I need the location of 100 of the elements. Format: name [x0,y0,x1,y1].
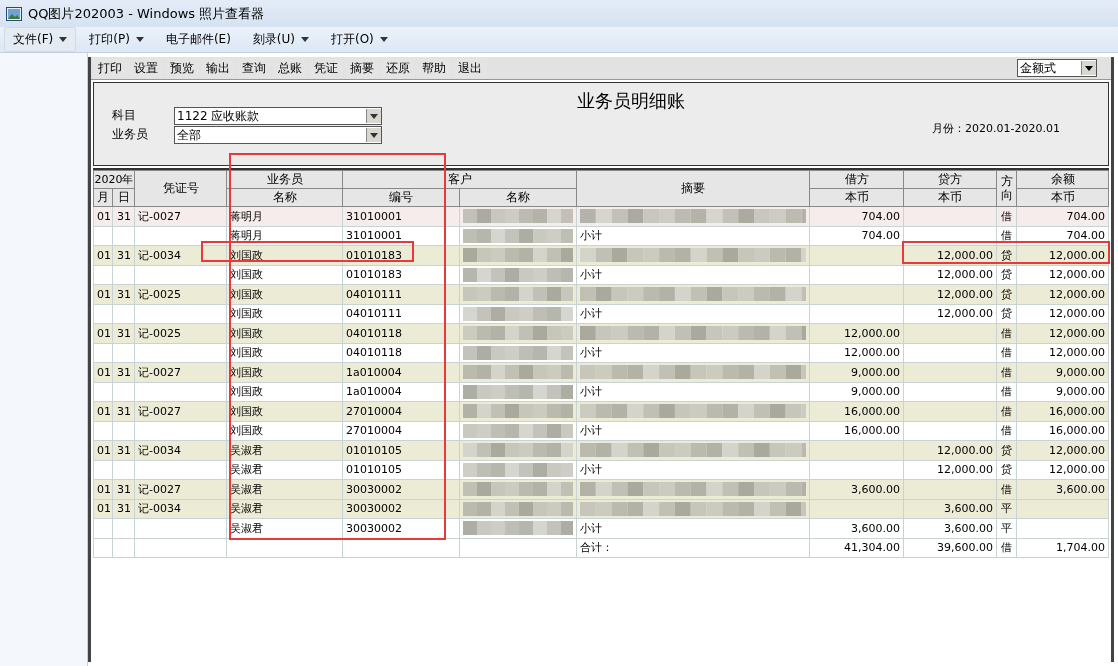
table-cell: 合计： [580,541,613,555]
table-cell: 借 [1001,404,1012,418]
dropdown-field[interactable]: 全部 [174,126,382,144]
table-cell: 小计 [580,229,602,243]
table-cell: 3,600.00 [851,521,900,535]
table-cell: 12,000.00 [937,307,993,321]
table-cell: 小计 [580,463,602,477]
table-cell: 39,600.00 [937,541,993,555]
table-cell: 704.00 [1066,229,1105,243]
table-row[interactable]: 01 31 记-0034 吴淑君 01010105 12,000.00 贷 12,000.00 [93,440,1109,460]
menu-item[interactable]: 文件(F) [4,27,77,52]
table-cell: 吴淑君 [230,482,263,496]
table-cell: 12,000.00 [937,463,993,477]
table-cell: 01010105 [346,463,402,477]
table-cell: 41,304.00 [844,541,900,555]
table-cell: 刘国政 [230,326,263,340]
table-cell: 27010004 [346,424,402,438]
table-cell: 记-0027 [138,209,181,223]
column-header: 客户 [342,170,577,189]
table-cell: 贷 [1001,307,1012,321]
table-cell: 12,000.00 [937,443,993,457]
table-cell: 27010004 [346,404,402,418]
menu-item[interactable]: 打印(P) [80,27,153,52]
table-row[interactable]: 01 31 记-0034 刘国政 01010183 12,000.00 贷 12,000.00 [93,245,1109,265]
table-cell: 刘国政 [230,404,263,418]
table-cell: 12,000.00 [1049,443,1105,457]
table-cell: 12,000.00 [1049,268,1105,282]
table-row[interactable]: 刘国政 01010183 小计 12,000.00 贷 12,000.00 [93,265,1109,285]
table-row[interactable]: 01 31 记-0027 吴淑君 30030002 3,600.00 借 3,600.00 [93,479,1109,499]
table-cell: 01 [97,443,111,457]
table-cell: 704.00 [861,209,900,223]
table-cell: 小计 [580,424,602,438]
table-cell: 9,000.00 [1056,385,1105,399]
table-cell: 平 [1001,502,1012,516]
table-cell: 3,600.00 [944,502,993,516]
table-cell: 1a010004 [346,385,402,399]
table-cell: 04010118 [346,346,402,360]
table-cell: 贷 [1001,463,1012,477]
menu-item[interactable]: 电子邮件(E) [156,27,240,52]
table-cell: 12,000.00 [844,326,900,340]
table-cell: 平 [1001,521,1012,535]
table-cell: 04010111 [346,307,402,321]
table-row[interactable]: 刘国政 27010004 小计 16,000.00 借 16,000.00 [93,421,1109,441]
table-row[interactable]: 吴淑君 01010105 小计 12,000.00 贷 12,000.00 [93,460,1109,480]
table-cell: 12,000.00 [1049,463,1105,477]
table-row[interactable]: 合计： 41,304.00 39,600.00 借 1,704.00 [93,538,1109,558]
table-cell: 1,704.00 [1056,541,1105,555]
table-cell: 30030002 [346,482,402,496]
table-cell: 12,000.00 [1049,346,1105,360]
column-header: 2020年 [93,170,135,189]
table-row[interactable]: 刘国政 04010118 小计 12,000.00 借 12,000.00 [93,343,1109,363]
column-header: 借方 [809,170,904,189]
table-cell: 31 [117,443,131,457]
table-cell: 01 [97,404,111,418]
table-cell: 01 [97,502,111,516]
mode-dropdown[interactable]: 金额式 [1017,59,1097,77]
table-cell: 16,000.00 [844,404,900,418]
caret-icon [370,132,378,138]
dropdown-field[interactable]: 1122 应收账款 [174,107,382,125]
table-cell: 3,600.00 [944,521,993,535]
photo-icon [6,6,22,21]
table-cell: 借 [1001,424,1012,438]
table-row[interactable]: 01 31 记-0027 刘国政 1a010004 9,000.00 借 9,000.00 [93,362,1109,382]
table-cell: 9,000.00 [851,385,900,399]
table-cell: 31010001 [346,229,402,243]
column-header: 业务员 [226,170,343,189]
table-cell: 小计 [580,268,602,282]
table-cell: 9,000.00 [1056,365,1105,379]
table-cell: 贷 [1001,287,1012,301]
table-cell: 01 [97,287,111,301]
column-header: 贷方 [903,170,997,189]
table-row[interactable]: 吴淑君 30030002 小计 3,600.00 3,600.00 平 [93,518,1109,538]
table-cell: 30030002 [346,502,402,516]
table-cell: 吴淑君 [230,443,263,457]
table-cell: 12,000.00 [1049,287,1105,301]
menu-item[interactable]: 打开(O) [322,27,397,52]
table-row[interactable]: 刘国政 04010111 小计 12,000.00 贷 12,000.00 [93,304,1109,324]
caret-icon [370,113,378,119]
table-cell: 记-0034 [138,248,181,262]
table-cell: 16,000.00 [1049,424,1105,438]
menu-item[interactable]: 刻录(U) [243,27,318,52]
table-cell: 31 [117,209,131,223]
table-row[interactable]: 刘国政 1a010004 小计 9,000.00 借 9,000.00 [93,382,1109,402]
table-cell: 12,000.00 [937,287,993,301]
table-row[interactable]: 01 31 记-0025 刘国政 04010111 12,000.00 贷 12,000.00 [93,284,1109,304]
table-cell: 借 [1001,365,1012,379]
table-cell: 借 [1001,385,1012,399]
table-cell: 31 [117,365,131,379]
table-cell: 刘国政 [230,248,263,262]
table-row[interactable]: 01 31 记-0027 蒋明月 31010001 704.00 借 704.00 [93,206,1109,226]
table-cell: 01 [97,209,111,223]
table-cell: 记-0025 [138,326,181,340]
table-cell: 吴淑君 [230,521,263,535]
table-row[interactable]: 01 31 记-0034 吴淑君 30030002 3,600.00 平 [93,499,1109,519]
table-row[interactable]: 蒋明月 31010001 小计 704.00 借 704.00 [93,226,1109,246]
table-cell: 01010105 [346,443,402,457]
table-row[interactable]: 01 31 记-0027 刘国政 27010004 16,000.00 借 16,000.00 [93,401,1109,421]
table-cell: 贷 [1001,248,1012,262]
table-row[interactable]: 01 31 记-0025 刘国政 04010118 12,000.00 借 12,000.00 [93,323,1109,343]
table-cell: 记-0025 [138,287,181,301]
